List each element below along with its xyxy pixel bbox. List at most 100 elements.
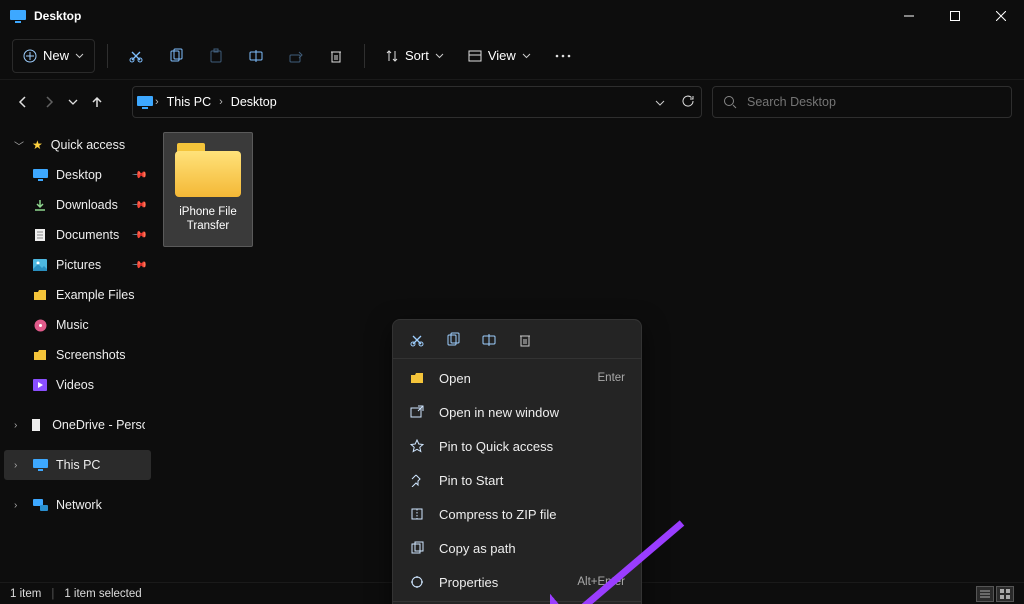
chevron-down-icon bbox=[75, 53, 84, 59]
chevron-right-icon: › bbox=[14, 500, 24, 511]
sidebar-label: Documents bbox=[56, 228, 119, 242]
ctx-shortcut: Enter bbox=[598, 372, 626, 384]
view-label: View bbox=[488, 48, 516, 63]
ctx-label: Properties bbox=[439, 575, 498, 590]
desktop-icon bbox=[137, 96, 153, 109]
recent-dropdown[interactable] bbox=[68, 99, 78, 106]
sidebar-label: Downloads bbox=[56, 198, 118, 212]
new-window-icon bbox=[409, 405, 425, 419]
ctx-open[interactable]: Open Enter bbox=[393, 361, 641, 395]
more-button[interactable] bbox=[547, 39, 579, 73]
star-icon: ★ bbox=[32, 138, 43, 152]
chevron-right-icon: › bbox=[14, 420, 22, 431]
sidebar-item-screenshots[interactable]: Screenshots bbox=[4, 340, 151, 370]
ctx-label: Open in new window bbox=[439, 405, 559, 420]
sort-button[interactable]: Sort bbox=[377, 39, 452, 73]
pin-icon: 📌 bbox=[130, 227, 147, 244]
sidebar-item-documents[interactable]: Documents 📌 bbox=[4, 220, 151, 250]
close-button[interactable] bbox=[978, 0, 1024, 32]
desktop-icon bbox=[32, 169, 48, 181]
sidebar: ﹀ ★ Quick access Desktop📌 Downloads📌 Doc… bbox=[0, 124, 155, 582]
video-icon bbox=[32, 379, 48, 391]
separator bbox=[364, 44, 365, 68]
search-input[interactable] bbox=[747, 95, 1001, 109]
breadcrumb-segment[interactable]: This PC bbox=[161, 95, 217, 109]
sidebar-label: Screenshots bbox=[56, 348, 125, 362]
picture-icon bbox=[32, 259, 48, 271]
delete-icon[interactable] bbox=[517, 332, 533, 348]
cloud-icon bbox=[30, 418, 44, 432]
paste-button[interactable] bbox=[200, 39, 232, 73]
copy-button[interactable] bbox=[160, 39, 192, 73]
window-controls bbox=[886, 0, 1024, 32]
back-button[interactable] bbox=[16, 95, 30, 109]
sidebar-item-videos[interactable]: Videos bbox=[4, 370, 151, 400]
rename-button[interactable] bbox=[240, 39, 272, 73]
view-icon bbox=[468, 49, 482, 63]
sidebar-label: Example Files bbox=[56, 288, 135, 302]
share-button[interactable] bbox=[280, 39, 312, 73]
ctx-compress-zip[interactable]: Compress to ZIP file bbox=[393, 497, 641, 531]
separator bbox=[393, 601, 641, 602]
chevron-right-icon: › bbox=[14, 460, 24, 471]
file-item[interactable]: iPhone FileTransfer bbox=[163, 132, 253, 247]
breadcrumb[interactable]: › This PC › Desktop bbox=[132, 86, 702, 118]
icons-view-button[interactable] bbox=[996, 586, 1014, 602]
sidebar-item-music[interactable]: Music bbox=[4, 310, 151, 340]
sidebar-item-onedrive[interactable]: › OneDrive - Personal bbox=[4, 410, 151, 440]
ctx-pin-quick-access[interactable]: Pin to Quick access bbox=[393, 429, 641, 463]
sidebar-label: Music bbox=[56, 318, 89, 332]
sidebar-item-network[interactable]: › Network bbox=[4, 490, 151, 520]
maximize-button[interactable] bbox=[932, 0, 978, 32]
view-button[interactable]: View bbox=[460, 39, 539, 73]
nav-row: › This PC › Desktop bbox=[0, 80, 1024, 124]
ctx-copy-as-path[interactable]: Copy as path bbox=[393, 531, 641, 565]
sort-label: Sort bbox=[405, 48, 429, 63]
rename-icon[interactable] bbox=[481, 332, 497, 348]
details-view-button[interactable] bbox=[976, 586, 994, 602]
file-pane[interactable]: iPhone FileTransfer Open Enter Open in ne… bbox=[155, 124, 1024, 582]
status-item-count: 1 item bbox=[10, 588, 41, 600]
sidebar-item-this-pc[interactable]: › This PC bbox=[4, 450, 151, 480]
refresh-button[interactable] bbox=[681, 94, 695, 111]
sidebar-label: Pictures bbox=[56, 258, 101, 272]
minimize-button[interactable] bbox=[886, 0, 932, 32]
properties-icon bbox=[409, 575, 425, 589]
copy-icon[interactable] bbox=[445, 332, 461, 348]
pin-icon bbox=[409, 473, 425, 487]
chevron-down-icon bbox=[435, 53, 444, 59]
status-selected: 1 item selected bbox=[64, 588, 141, 600]
sidebar-item-desktop[interactable]: Desktop 📌 bbox=[4, 160, 151, 190]
chevron-down-icon bbox=[522, 53, 531, 59]
folder-icon bbox=[32, 349, 48, 361]
sidebar-item-pictures[interactable]: Pictures📌 bbox=[4, 250, 151, 280]
delete-button[interactable] bbox=[320, 39, 352, 73]
separator: | bbox=[51, 588, 54, 600]
new-button[interactable]: New bbox=[12, 39, 95, 73]
sidebar-item-downloads[interactable]: Downloads📌 bbox=[4, 190, 151, 220]
sidebar-label: This PC bbox=[56, 458, 100, 472]
pin-icon: 📌 bbox=[130, 167, 147, 184]
up-button[interactable] bbox=[90, 95, 104, 109]
new-label: New bbox=[43, 48, 69, 63]
ctx-open-new-window[interactable]: Open in new window bbox=[393, 395, 641, 429]
forward-button[interactable] bbox=[42, 95, 56, 109]
cut-button[interactable] bbox=[120, 39, 152, 73]
ctx-label: Open bbox=[439, 371, 471, 386]
dropdown-history-icon[interactable] bbox=[655, 95, 665, 110]
sidebar-label: Network bbox=[56, 498, 102, 512]
sidebar-item-example-files[interactable]: Example Files bbox=[4, 280, 151, 310]
breadcrumb-segment[interactable]: Desktop bbox=[225, 95, 283, 109]
ctx-properties[interactable]: Properties Alt+Enter bbox=[393, 565, 641, 599]
folder-icon bbox=[173, 139, 243, 199]
search-bar[interactable] bbox=[712, 86, 1012, 118]
sidebar-label: Desktop bbox=[56, 168, 102, 182]
file-label: iPhone FileTransfer bbox=[179, 205, 237, 234]
sidebar-label: OneDrive - Personal bbox=[52, 418, 145, 432]
ctx-shortcut: Alt+Enter bbox=[577, 576, 625, 588]
ctx-pin-start[interactable]: Pin to Start bbox=[393, 463, 641, 497]
cut-icon[interactable] bbox=[409, 332, 425, 348]
ctx-label: Pin to Quick access bbox=[439, 439, 553, 454]
toolbar: New Sort View bbox=[0, 32, 1024, 80]
sidebar-quick-access[interactable]: ﹀ ★ Quick access bbox=[4, 130, 151, 160]
